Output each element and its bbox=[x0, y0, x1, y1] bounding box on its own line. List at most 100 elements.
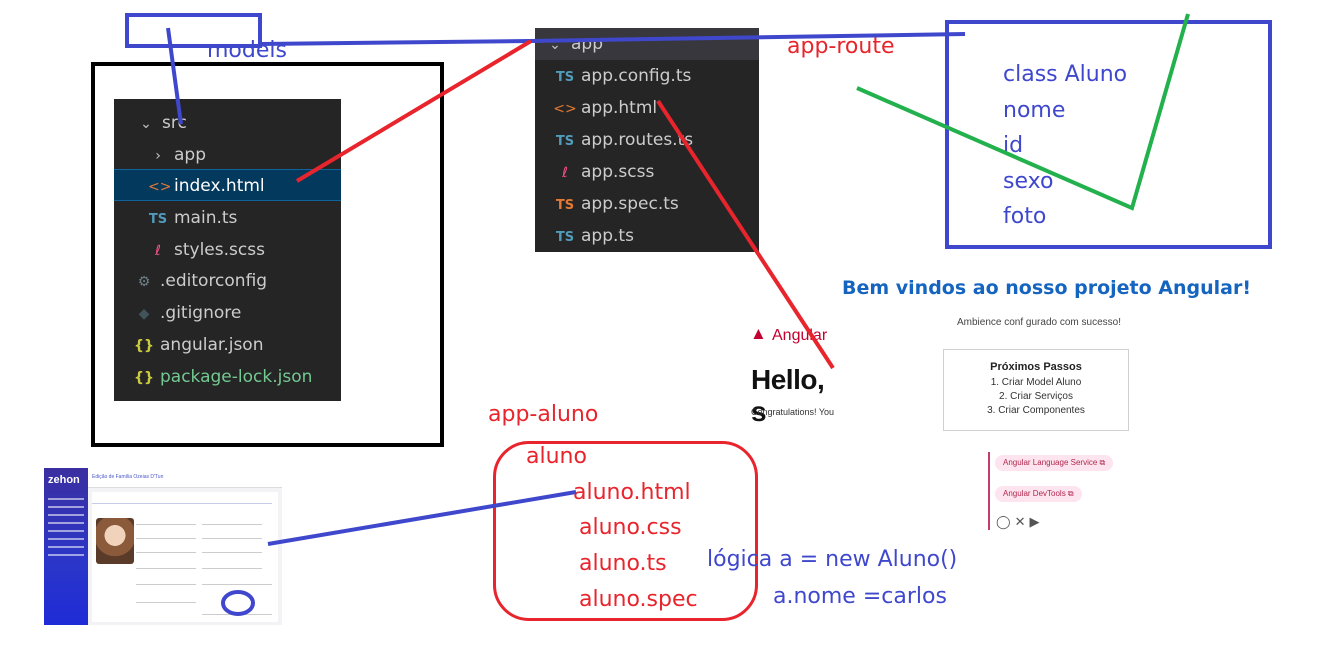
sidebar-item bbox=[48, 506, 84, 508]
typescript-file-icon: TS bbox=[148, 212, 168, 227]
step-item: 2. Criar Serviços bbox=[999, 391, 1073, 402]
app-file-label: app.ts bbox=[581, 226, 634, 246]
chevron-right-icon: › bbox=[155, 148, 161, 164]
class-line: sexo bbox=[1003, 169, 1054, 194]
form-field bbox=[136, 520, 196, 525]
class-line: nome bbox=[1003, 98, 1066, 123]
logic-line-2: a.nome =carlos bbox=[773, 584, 947, 609]
label-app-route: app-route bbox=[787, 34, 895, 59]
tree-row-label: index.html bbox=[174, 176, 265, 196]
app-file-row[interactable]: TS app.ts bbox=[535, 220, 759, 252]
json-file-icon: {} bbox=[134, 370, 154, 386]
tree-row-label: styles.scss bbox=[174, 240, 265, 260]
tree-row-src[interactable]: ⌄ src bbox=[114, 107, 341, 139]
sidebar-item bbox=[48, 498, 84, 500]
form-field bbox=[136, 598, 196, 603]
profile-photo bbox=[96, 518, 134, 564]
label-app-aluno: app-aluno bbox=[488, 402, 599, 427]
typescript-file-icon: TS bbox=[555, 198, 575, 213]
sidebar-item bbox=[48, 522, 84, 524]
gear-icon: ⚙ bbox=[137, 274, 151, 290]
form-field bbox=[136, 580, 196, 585]
welcome-title: Bem vindos ao nosso projeto Angular! bbox=[842, 277, 1252, 299]
scss-file-icon: ℓ bbox=[155, 243, 161, 259]
x-icon[interactable]: ✕ bbox=[1015, 514, 1030, 529]
app-file-label: app.config.ts bbox=[581, 66, 692, 86]
label-aluno-file: aluno.css bbox=[579, 515, 682, 540]
app-file-row[interactable]: TS app.config.ts bbox=[535, 60, 759, 92]
form-field bbox=[136, 564, 196, 569]
json-file-icon: {} bbox=[134, 338, 154, 354]
tree-row-label: package-lock.json bbox=[160, 367, 313, 387]
tree-row-gitignore[interactable]: ◆ .gitignore bbox=[114, 297, 341, 329]
tree-row-label: src bbox=[162, 113, 187, 133]
sidebar-item bbox=[48, 538, 84, 540]
tree-row-label: .gitignore bbox=[160, 303, 242, 323]
label-aluno-file: aluno.spec bbox=[579, 587, 698, 612]
app-file-label: app.spec.ts bbox=[581, 194, 679, 214]
app-file-row[interactable]: TS app.routes.ts bbox=[535, 124, 759, 156]
tree-row-main-ts[interactable]: TS main.ts bbox=[114, 202, 341, 234]
zehon-tabs bbox=[92, 500, 272, 504]
tree-row-label: main.ts bbox=[174, 208, 238, 228]
step-item: 1. Criar Model Aluno bbox=[990, 377, 1082, 388]
scss-file-icon: ℓ bbox=[562, 165, 568, 181]
typescript-file-icon: TS bbox=[555, 134, 575, 149]
app-file-label: app.scss bbox=[581, 162, 655, 182]
tree-row-index-html[interactable]: <> index.html bbox=[114, 169, 341, 201]
sidebar-item bbox=[48, 546, 84, 548]
language-service-link[interactable]: Angular Language Service ⧉ bbox=[995, 455, 1114, 471]
app-file-label: app.routes.ts bbox=[581, 130, 694, 150]
hello-heading: Hello, s bbox=[751, 364, 825, 427]
tree-row-editorconfig[interactable]: ⚙ .editorconfig bbox=[114, 265, 341, 297]
sidebar-item bbox=[48, 530, 84, 532]
social-icons: ◯✕▶ bbox=[996, 514, 1043, 530]
label-aluno-folder: aluno bbox=[526, 444, 587, 469]
app-file-row[interactable]: <> app.html bbox=[535, 92, 759, 124]
app-file-row[interactable]: TS app.spec.ts bbox=[535, 188, 759, 220]
src-file-tree: ⌄ src › app <> index.html TS main.ts ℓ styles… bbox=[114, 99, 341, 401]
app-folder-panel: ⌄ app TS app.config.ts <> app.html TS app.ro… bbox=[535, 28, 759, 252]
form-field bbox=[136, 548, 196, 553]
class-line: class Aluno bbox=[1003, 62, 1128, 87]
divider bbox=[988, 452, 990, 530]
typescript-file-icon: TS bbox=[555, 70, 575, 85]
tree-row-package-lock[interactable]: {} package-lock.json bbox=[114, 361, 341, 393]
form-field bbox=[202, 520, 262, 525]
tree-row-label: angular.json bbox=[160, 335, 264, 355]
class-aluno-box: class Aluno nome id sexo foto bbox=[945, 20, 1272, 249]
tree-row-label: .editorconfig bbox=[160, 271, 268, 291]
form-field bbox=[136, 534, 196, 539]
html-file-icon: <> bbox=[148, 179, 172, 195]
sidebar-item bbox=[48, 514, 84, 516]
github-icon[interactable]: ◯ bbox=[996, 514, 1015, 529]
congrats-text: Congratulations! Your bbox=[751, 407, 834, 417]
app-file-label: app.html bbox=[581, 98, 658, 118]
html-file-icon: <> bbox=[553, 101, 577, 117]
devtools-link[interactable]: Angular DevTools ⧉ bbox=[995, 486, 1082, 502]
label-aluno-file: aluno.ts bbox=[579, 551, 667, 576]
form-field bbox=[202, 548, 262, 553]
youtube-icon[interactable]: ▶ bbox=[1029, 514, 1043, 529]
tree-row-app[interactable]: › app bbox=[114, 139, 341, 171]
zehon-screenshot-thumbnail: zehon Edição de Família Ozeias D'Tun bbox=[44, 468, 282, 625]
steps-title: Próximos Passos bbox=[990, 361, 1082, 373]
chevron-down-icon: ⌄ bbox=[549, 37, 561, 53]
typescript-file-icon: TS bbox=[555, 230, 575, 245]
sidebar-item bbox=[48, 554, 84, 556]
zehon-sidebar: zehon bbox=[44, 468, 88, 625]
app-file-row[interactable]: ℓ app.scss bbox=[535, 156, 759, 188]
step-item: 3. Criar Componentes bbox=[987, 405, 1085, 416]
tree-row-angular-json[interactable]: {} angular.json bbox=[114, 329, 341, 361]
welcome-subtitle: Ambience conf gurado com sucesso! bbox=[957, 317, 1121, 328]
chevron-down-icon: ⌄ bbox=[140, 116, 152, 132]
logic-line-1: lógica a = new Aluno() bbox=[707, 547, 958, 572]
class-line: id bbox=[1003, 133, 1024, 158]
angular-logo-icon: ▲ bbox=[750, 324, 767, 343]
label-models: models bbox=[207, 38, 287, 63]
tree-row-styles-scss[interactable]: ℓ styles.scss bbox=[114, 234, 341, 266]
next-steps-card: Próximos Passos 1. Criar Model Aluno 2. … bbox=[943, 349, 1129, 431]
app-folder-header[interactable]: ⌄ app bbox=[535, 28, 759, 60]
form-field bbox=[202, 564, 262, 569]
angular-hello-card: ▲ Angular Hello, s Congratulations! Your bbox=[679, 296, 834, 430]
